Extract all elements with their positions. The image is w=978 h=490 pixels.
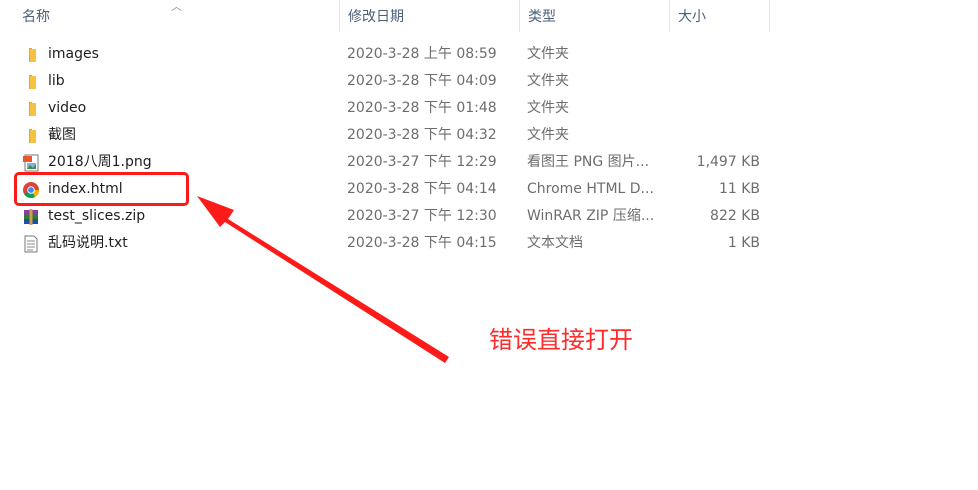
- annotation-arrow: [197, 196, 449, 363]
- annotation-text: 错误直接打开: [489, 326, 633, 354]
